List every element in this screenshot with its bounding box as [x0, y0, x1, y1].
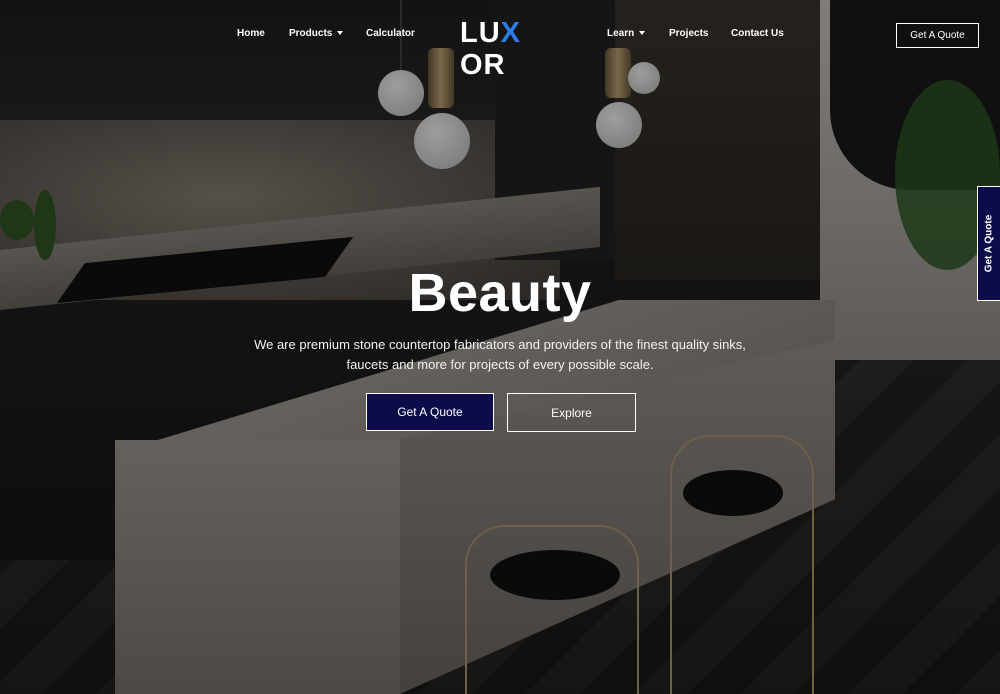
nav-learn-label: Learn — [607, 28, 635, 39]
chevron-down-icon — [337, 31, 344, 35]
header-get-a-quote-button[interactable]: Get A Quote — [896, 23, 979, 48]
nav-learn[interactable]: Learn — [607, 28, 646, 39]
chevron-down-icon — [639, 31, 646, 35]
nav-projects[interactable]: Projects — [669, 28, 708, 39]
hero-get-a-quote-button[interactable]: Get A Quote — [366, 393, 494, 431]
nav-calculator[interactable]: Calculator — [366, 28, 415, 39]
nav-products-label: Products — [289, 28, 333, 39]
nav-contact-us[interactable]: Contact Us — [731, 28, 784, 39]
logo-text-right: OR — [460, 49, 506, 81]
logo-text-x: X — [500, 17, 522, 49]
main-nav: Home Products Calculator LUXOR Learn Pro… — [0, 0, 1000, 81]
luxor-logo[interactable]: LUXOR — [460, 17, 552, 81]
hero-title: Beauty — [408, 263, 592, 323]
nav-products[interactable]: Products — [289, 28, 344, 39]
logo-text-left: LU — [460, 17, 501, 49]
hero-explore-button[interactable]: Explore — [507, 393, 636, 432]
nav-home[interactable]: Home — [237, 28, 265, 39]
hero-description: We are premium stone countertop fabricat… — [254, 337, 746, 372]
side-tab-label: Get A Quote — [983, 214, 995, 273]
side-get-a-quote-tab[interactable]: Get A Quote — [977, 186, 1000, 301]
